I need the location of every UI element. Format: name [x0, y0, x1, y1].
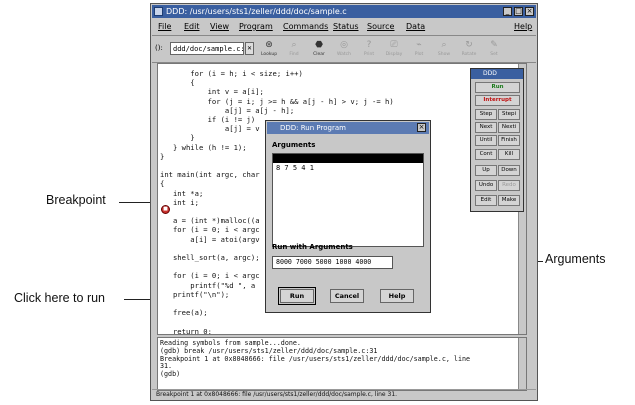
- minimize-icon[interactable]: _: [503, 7, 512, 16]
- breakpoint-stop-icon[interactable]: ■: [161, 205, 170, 214]
- menu-view[interactable]: View: [210, 19, 229, 34]
- run-arguments-input[interactable]: 8000 7000 5000 1000 4000: [272, 256, 393, 269]
- arguments-annotation: Arguments: [545, 252, 606, 266]
- breakpoint-annotation: Breakpoint: [46, 193, 106, 207]
- kill-button[interactable]: Kill: [498, 149, 520, 160]
- breakpoint-pointer-line: [119, 202, 154, 203]
- menu-file[interactable]: File: [158, 19, 171, 34]
- stepi-button[interactable]: Stepi: [498, 109, 520, 120]
- tool-bar: (): ddd/doc/sample.c:3( ✕ ⊛Lookup ⌕Find …: [152, 35, 536, 63]
- debugger-console[interactable]: Reading symbols from sample...done. (gdb…: [157, 337, 527, 391]
- nexti-button[interactable]: Nexti: [498, 122, 520, 133]
- next-button[interactable]: Next: [475, 122, 497, 133]
- menu-source[interactable]: Source: [367, 19, 394, 34]
- step-button[interactable]: Step: [475, 109, 497, 120]
- help-button[interactable]: Help: [380, 289, 414, 303]
- run-with-arguments-label: Run with Arguments: [272, 243, 353, 251]
- watch-icon[interactable]: ◎ Watch: [333, 38, 355, 60]
- dialog-close-icon[interactable]: ×: [417, 123, 426, 132]
- menu-status[interactable]: Status: [333, 19, 359, 34]
- status-line: Breakpoint 1 at 0x8048666: file /usr/use…: [152, 389, 536, 399]
- cancel-button[interactable]: Cancel: [330, 289, 364, 303]
- window-title: DDD: /usr/users/sts1/zeller/ddd/doc/samp…: [166, 7, 347, 16]
- cont-button[interactable]: Cont: [475, 149, 497, 160]
- menu-help[interactable]: Help: [514, 19, 532, 34]
- edit-button[interactable]: Edit: [475, 195, 497, 206]
- argument-field[interactable]: ddd/doc/sample.c:3(: [170, 42, 244, 55]
- print-icon[interactable]: ? Print: [358, 38, 380, 60]
- console-output: Reading symbols from sample...done. (gdb…: [160, 339, 471, 379]
- menu-bar: File Edit View Program Commands Status S…: [152, 19, 536, 34]
- clear-argument-icon[interactable]: ✕: [245, 42, 254, 55]
- lookup-icon[interactable]: ⊛ Lookup: [258, 38, 280, 60]
- finish-button[interactable]: Finish: [498, 135, 520, 146]
- interrupt-button[interactable]: Interrupt: [475, 95, 520, 106]
- find-icon[interactable]: ⌕ Find: [283, 38, 305, 60]
- maximize-icon[interactable]: □: [514, 7, 523, 16]
- argument-label: ():: [155, 44, 163, 52]
- run-button[interactable]: Run: [475, 82, 520, 93]
- close-icon[interactable]: ×: [525, 7, 534, 16]
- up-button[interactable]: Up: [475, 165, 497, 176]
- command-tool: DDD Run Interrupt Step Stepi Next Nexti …: [470, 68, 524, 212]
- console-scrollbar[interactable]: [518, 338, 526, 390]
- window-menu-icon[interactable]: [154, 7, 163, 16]
- rotate-icon[interactable]: ↻ Rotate: [458, 38, 480, 60]
- window-titlebar[interactable]: DDD: /usr/users/sts1/zeller/ddd/doc/samp…: [152, 5, 536, 18]
- run-button-dialog[interactable]: Run: [278, 287, 316, 305]
- dialog-title[interactable]: DDD: Run Program: [267, 122, 429, 134]
- plot-icon[interactable]: ⌁ Plot: [408, 38, 430, 60]
- until-button[interactable]: Until: [475, 135, 497, 146]
- click-to-run-annotation: Click here to run: [14, 291, 106, 305]
- arguments-heading: Arguments: [272, 141, 316, 149]
- menu-commands[interactable]: Commands: [283, 19, 328, 34]
- show-icon[interactable]: ⌕ Show: [433, 38, 455, 60]
- make-button[interactable]: Make: [498, 195, 520, 206]
- argument-history-list[interactable]: 8 7 5 4 1: [272, 153, 424, 247]
- menu-data[interactable]: Data: [406, 19, 425, 34]
- command-tool-title[interactable]: DDD: [471, 69, 523, 79]
- undo-button[interactable]: Undo: [475, 180, 497, 191]
- menu-program[interactable]: Program: [239, 19, 273, 34]
- selected-history-row[interactable]: [273, 154, 423, 163]
- break-icon[interactable]: ⬣ Clear: [308, 38, 330, 60]
- display-icon[interactable]: ⎚ Display: [383, 38, 405, 60]
- down-button[interactable]: Down: [498, 165, 520, 176]
- run-program-dialog: DDD: Run Program × Arguments 8 7 5 4 1 R…: [265, 120, 431, 313]
- set-icon[interactable]: ✎ Set: [483, 38, 505, 60]
- history-item[interactable]: 8 7 5 4 1: [273, 163, 423, 173]
- menu-edit[interactable]: Edit: [184, 19, 200, 34]
- redo-button[interactable]: Redo: [498, 180, 520, 191]
